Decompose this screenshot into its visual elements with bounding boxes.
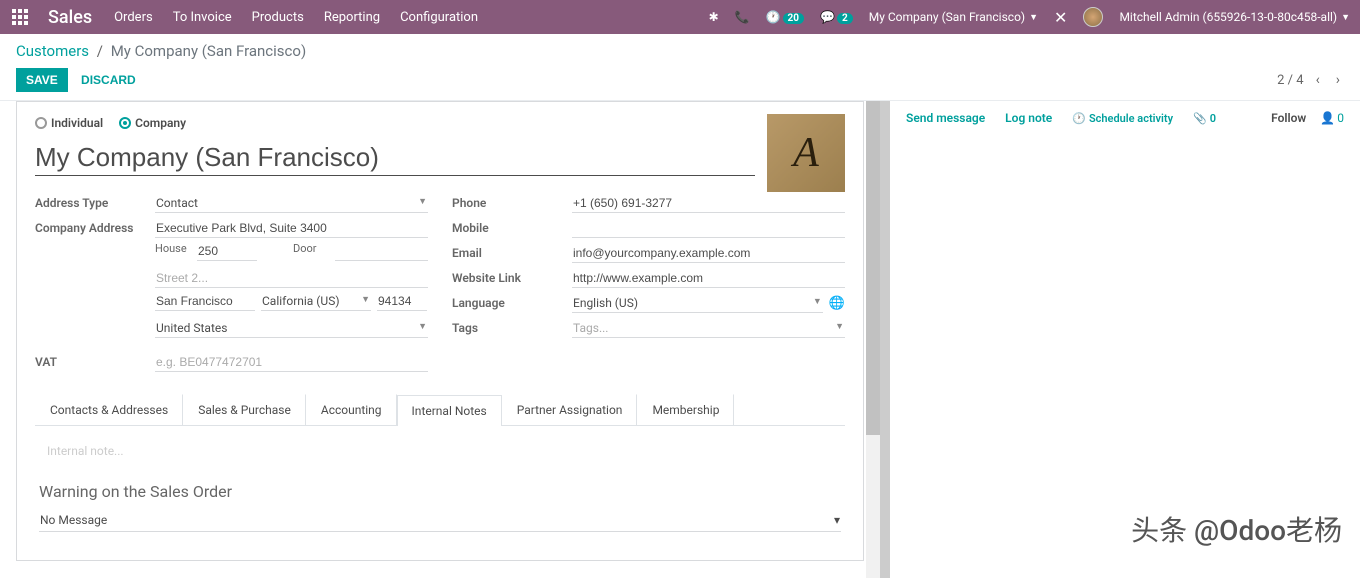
systray: ✱ 📞 🕐20 💬2 My Company (San Francisco)▼ ✕… [709, 7, 1350, 27]
send-message-button[interactable]: Send message [906, 111, 985, 125]
scrollbar[interactable] [866, 101, 880, 578]
chat-badge: 2 [837, 13, 853, 24]
name-field[interactable] [35, 140, 755, 176]
warning-select[interactable]: No Message▾ [39, 509, 841, 532]
mobile-field[interactable] [572, 219, 845, 238]
internal-note-field[interactable]: Internal note... [39, 440, 841, 462]
country-select[interactable]: United States▼ [155, 319, 428, 338]
chatter: Send message Log note 🕐Schedule activity… [890, 101, 1360, 578]
nav-menu: Orders To Invoice Products Reporting Con… [114, 10, 478, 25]
top-nav: Sales Orders To Invoice Products Reporti… [0, 0, 1360, 34]
label-phone: Phone [452, 196, 572, 210]
vat-field[interactable] [155, 353, 428, 372]
street2-field[interactable] [155, 269, 428, 288]
address-type-select[interactable]: Contact▼ [155, 194, 428, 213]
breadcrumb: Customers / My Company (San Francisco) [16, 42, 1344, 60]
tab-partner-assignation[interactable]: Partner Assignation [502, 394, 638, 425]
tab-accounting[interactable]: Accounting [306, 394, 397, 425]
apps-icon[interactable] [10, 7, 30, 27]
avatar[interactable] [1083, 7, 1103, 27]
company-selector[interactable]: My Company (San Francisco)▼ [869, 10, 1038, 24]
followers-count[interactable]: 👤0 [1320, 111, 1344, 125]
phone-icon[interactable]: 📞 [735, 10, 750, 24]
tab-content: Internal note... Warning on the Sales Or… [35, 426, 845, 546]
nav-reporting[interactable]: Reporting [324, 10, 380, 25]
form-sheet: A Individual Company Address TypeContact… [0, 101, 880, 578]
globe-icon[interactable]: 🌐 [829, 296, 845, 311]
close-icon[interactable]: ✕ [1054, 8, 1067, 27]
tab-membership[interactable]: Membership [637, 394, 734, 425]
label-tags: Tags [452, 321, 572, 335]
pager-prev-icon[interactable]: ‹ [1312, 72, 1324, 88]
tabs: Contacts & Addresses Sales & Purchase Ac… [35, 394, 845, 426]
tags-select[interactable]: Tags...▼ [572, 319, 845, 338]
attachments-button[interactable]: 📎0 [1193, 112, 1216, 125]
company-image[interactable]: A [767, 114, 845, 192]
label-vat: VAT [35, 355, 155, 369]
door-field[interactable] [335, 242, 428, 261]
nav-to-invoice[interactable]: To Invoice [173, 10, 232, 25]
house-field[interactable] [197, 242, 257, 261]
label-website: Website Link [452, 271, 572, 285]
tab-contacts-addresses[interactable]: Contacts & Addresses [35, 394, 183, 425]
tab-internal-notes[interactable]: Internal Notes [397, 395, 502, 426]
clock-icon: 🕐 [1072, 112, 1086, 125]
warning-section-title: Warning on the Sales Order [39, 482, 841, 501]
street-field[interactable] [155, 219, 428, 238]
brand-title[interactable]: Sales [48, 7, 92, 28]
label-address-type: Address Type [35, 196, 155, 210]
city-field[interactable] [155, 292, 255, 311]
follow-button[interactable]: Follow [1271, 111, 1306, 125]
pager-position: 2 / 4 [1277, 73, 1303, 88]
nav-products[interactable]: Products [252, 10, 304, 25]
label-company-address: Company Address [35, 221, 155, 235]
bug-icon[interactable]: ✱ [709, 10, 719, 24]
save-button[interactable]: Save [16, 68, 68, 92]
language-select[interactable]: English (US)▼ [572, 294, 823, 313]
schedule-activity-button[interactable]: 🕐Schedule activity [1072, 112, 1173, 125]
control-panel: Customers / My Company (San Francisco) S… [0, 34, 1360, 101]
website-field[interactable] [572, 269, 845, 288]
breadcrumb-parent[interactable]: Customers [16, 42, 89, 60]
label-email: Email [452, 246, 572, 260]
chatter-resize-handle[interactable] [880, 101, 890, 578]
log-note-button[interactable]: Log note [1005, 111, 1052, 125]
nav-configuration[interactable]: Configuration [400, 10, 478, 25]
clock-icon[interactable]: 🕐20 [766, 10, 804, 24]
email-field[interactable] [572, 244, 845, 263]
nav-orders[interactable]: Orders [114, 10, 153, 25]
phone-field[interactable] [572, 194, 845, 213]
tab-sales-purchase[interactable]: Sales & Purchase [183, 394, 306, 425]
pager-next-icon[interactable]: › [1332, 72, 1344, 88]
clock-badge: 20 [783, 13, 804, 24]
chat-icon[interactable]: 💬2 [820, 10, 853, 24]
state-select[interactable]: California (US)▼ [261, 292, 371, 311]
pager: 2 / 4 ‹ › [1277, 72, 1344, 88]
caret-down-icon: ▼ [1341, 12, 1350, 23]
attach-icon: 📎 [1193, 112, 1207, 125]
label-language: Language [452, 296, 572, 310]
user-menu[interactable]: Mitchell Admin (655926-13-0-80c458-all)▼ [1119, 10, 1350, 24]
radio-company[interactable]: Company [119, 116, 186, 130]
zip-field[interactable] [377, 292, 427, 311]
breadcrumb-current: My Company (San Francisco) [111, 42, 306, 60]
caret-down-icon: ▼ [1029, 12, 1038, 23]
person-icon: 👤 [1320, 111, 1335, 125]
discard-button[interactable]: Discard [71, 68, 146, 92]
radio-individual[interactable]: Individual [35, 116, 103, 130]
label-mobile: Mobile [452, 221, 572, 235]
